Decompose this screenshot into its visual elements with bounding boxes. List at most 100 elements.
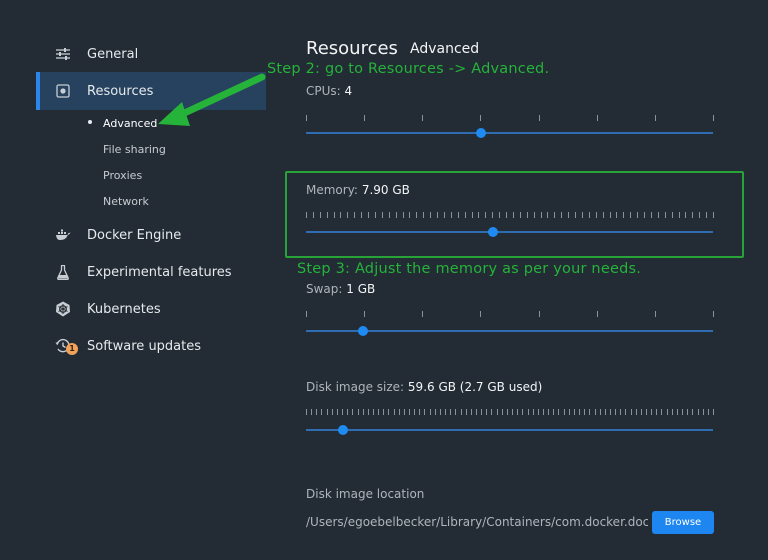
slider-tick bbox=[625, 409, 626, 415]
cpus-label: CPUs: 4 bbox=[306, 84, 352, 98]
slider-tick bbox=[512, 409, 513, 415]
slider-tick bbox=[533, 409, 534, 415]
slider-tick bbox=[692, 409, 693, 415]
slider-tick bbox=[363, 409, 364, 415]
slider-tick bbox=[579, 409, 580, 415]
slider-tick bbox=[358, 409, 359, 415]
active-dot bbox=[88, 120, 92, 124]
slider-tick bbox=[543, 409, 544, 415]
disk-size-label: Disk image size: 59.6 GB (2.7 GB used) bbox=[306, 380, 542, 394]
nav-item-experimental-features[interactable]: Experimental features bbox=[36, 253, 262, 291]
flask-icon bbox=[54, 263, 72, 281]
browse-button[interactable]: Browse bbox=[652, 511, 714, 534]
slider-tick bbox=[422, 311, 423, 317]
slider-tick bbox=[430, 409, 431, 415]
slider-tick bbox=[383, 409, 384, 415]
disk-slider-track[interactable] bbox=[306, 429, 713, 431]
slider-tick bbox=[636, 409, 637, 415]
slider-tick bbox=[368, 409, 369, 415]
swap-label-text: Swap: bbox=[306, 282, 343, 296]
slider-tick bbox=[569, 409, 570, 415]
slider-tick bbox=[656, 409, 657, 415]
slider-tick bbox=[306, 115, 307, 121]
slider-tick bbox=[558, 409, 559, 415]
slider-tick bbox=[522, 409, 523, 415]
slider-tick bbox=[703, 409, 704, 415]
nav-item-docker-engine[interactable]: Docker Engine bbox=[36, 216, 262, 254]
memory-highlight-box bbox=[285, 171, 744, 258]
slider-tick bbox=[440, 409, 441, 415]
slider-tick bbox=[548, 409, 549, 415]
swap-value: 1 GB bbox=[346, 282, 376, 296]
nav-label: Experimental features bbox=[87, 264, 232, 280]
slider-tick bbox=[667, 409, 668, 415]
slider-tick bbox=[698, 409, 699, 415]
slider-tick bbox=[655, 115, 656, 121]
slider-tick bbox=[687, 409, 688, 415]
nav-label: Software updates bbox=[87, 338, 202, 354]
nav-label: General bbox=[87, 46, 139, 62]
slider-tick bbox=[584, 409, 585, 415]
slider-tick bbox=[388, 409, 389, 415]
disk-label-text: Disk image size: bbox=[306, 380, 405, 394]
slider-tick bbox=[404, 409, 405, 415]
slider-tick bbox=[553, 409, 554, 415]
cpus-slider-track[interactable] bbox=[306, 132, 713, 134]
whale-icon bbox=[54, 226, 72, 244]
cpus-slider-thumb[interactable] bbox=[476, 128, 486, 138]
slider-tick bbox=[352, 409, 353, 415]
slider-tick bbox=[539, 115, 540, 121]
slider-tick bbox=[605, 409, 606, 415]
slider-tick bbox=[595, 409, 596, 415]
slider-tick bbox=[445, 409, 446, 415]
slider-tick bbox=[597, 115, 598, 121]
slider-tick bbox=[651, 409, 652, 415]
page-title: Resources bbox=[306, 38, 398, 59]
nav-item-general[interactable]: General bbox=[36, 35, 262, 73]
slider-tick bbox=[708, 409, 709, 415]
nav-label: Kubernetes bbox=[87, 301, 161, 317]
slider-tick bbox=[461, 409, 462, 415]
subnav-item-proxies[interactable]: Proxies bbox=[103, 169, 142, 182]
slider-tick bbox=[677, 409, 678, 415]
subnav-item-advanced[interactable]: Advanced bbox=[103, 117, 157, 130]
disk-location-path: /Users/egoebelbecker/Library/Containers/… bbox=[306, 515, 648, 529]
cpus-label-text: CPUs: bbox=[306, 84, 341, 98]
slider-tick bbox=[538, 409, 539, 415]
slider-tick bbox=[422, 115, 423, 121]
slider-tick bbox=[399, 409, 400, 415]
slider-tick bbox=[409, 409, 410, 415]
slider-tick bbox=[342, 409, 343, 415]
nav-label: Docker Engine bbox=[87, 227, 182, 243]
slider-tick bbox=[306, 409, 307, 415]
nav-item-resources[interactable]: Resources bbox=[36, 72, 266, 110]
slider-tick bbox=[502, 409, 503, 415]
slider-tick bbox=[589, 409, 590, 415]
slider-tick bbox=[481, 409, 482, 415]
slider-tick bbox=[713, 311, 714, 317]
update-badge: 1 bbox=[66, 343, 78, 355]
slider-tick bbox=[364, 115, 365, 121]
page-subtitle: Advanced bbox=[410, 41, 480, 57]
nav-label: Resources bbox=[87, 83, 154, 99]
disk-location-label: Disk image location bbox=[306, 487, 425, 501]
disk-ticks bbox=[306, 409, 714, 415]
helm-wheel-icon bbox=[54, 300, 72, 318]
slider-tick bbox=[682, 409, 683, 415]
slider-tick bbox=[364, 311, 365, 317]
swap-ticks bbox=[306, 311, 714, 317]
slider-tick bbox=[378, 409, 379, 415]
slider-tick bbox=[424, 409, 425, 415]
disk-slider-thumb[interactable] bbox=[338, 425, 348, 435]
subnav-item-network[interactable]: Network bbox=[103, 195, 149, 208]
subnav-item-file-sharing[interactable]: File sharing bbox=[103, 143, 166, 156]
resources-icon bbox=[54, 82, 72, 100]
cpus-ticks bbox=[306, 115, 714, 121]
swap-slider-thumb[interactable] bbox=[358, 326, 368, 336]
slider-tick bbox=[517, 409, 518, 415]
nav-item-kubernetes[interactable]: Kubernetes bbox=[36, 290, 262, 328]
slider-tick bbox=[480, 115, 481, 121]
slider-tick bbox=[450, 409, 451, 415]
slider-tick bbox=[491, 409, 492, 415]
slider-tick bbox=[631, 409, 632, 415]
